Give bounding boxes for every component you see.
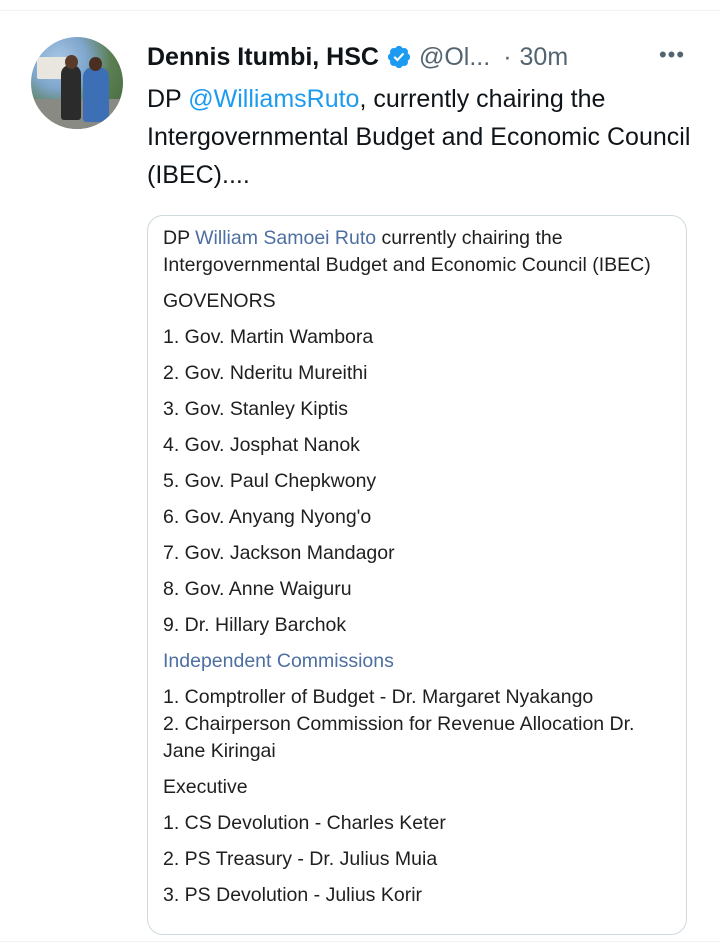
tweet-timestamp[interactable]: 30m	[520, 43, 569, 72]
list-item: 3. PS Devolution - Julius Korir	[163, 884, 423, 906]
top-divider	[0, 10, 720, 11]
author-avatar[interactable]	[31, 37, 123, 129]
list-item: 5. Gov. Paul Chepkwony	[163, 470, 377, 492]
executive-heading: Executive	[163, 776, 248, 798]
mention-link[interactable]: @WilliamsRuto	[188, 85, 359, 113]
card-intro-link: William Samoei Ruto	[195, 227, 377, 249]
bottom-divider	[0, 941, 720, 942]
card-intro: DP William Samoei Ruto currently chairin…	[163, 225, 672, 279]
attached-note-card[interactable]: DP William Samoei Ruto currently chairin…	[147, 215, 687, 935]
separator-dot: ·	[503, 42, 512, 71]
author-name[interactable]: Dennis Itumbi, HSC	[147, 43, 379, 72]
commissions-heading: Independent Commissions	[163, 650, 394, 672]
tweet-text-prefix: DP	[147, 85, 189, 113]
avatar-person-right-head	[89, 57, 102, 71]
list-item: 6. Gov. Anyang Nyong'o	[163, 506, 372, 528]
list-item: 7. Gov. Jackson Mandagor	[163, 542, 395, 564]
list-item: 2. PS Treasury - Dr. Julius Muia	[163, 848, 438, 870]
list-item: 4. Gov. Josphat Nanok	[163, 434, 360, 456]
governors-heading: GOVENORS	[163, 290, 276, 312]
list-item: 9. Dr. Hillary Barchok	[163, 614, 347, 636]
verified-badge-icon	[386, 44, 412, 70]
list-item: 1. Gov. Martin Wambora	[163, 326, 374, 348]
more-options-icon[interactable]: •••	[652, 38, 692, 72]
list-item: 1. Comptroller of Budget - Dr. Margaret …	[163, 686, 594, 708]
tweet-header: Dennis Itumbi, HSC @Ol... · 30m	[147, 40, 568, 74]
tweet-text: DP @WilliamsRuto, currently chairing the…	[147, 80, 692, 194]
card-intro-prefix: DP	[163, 227, 196, 249]
list-item: 2. Gov. Nderitu Mureithi	[163, 362, 368, 384]
list-item: 8. Gov. Anne Waiguru	[163, 578, 352, 600]
avatar-person-left-head	[65, 55, 78, 69]
list-item: 2. Chairperson Commission for Revenue Al…	[163, 713, 635, 762]
avatar-person-left	[61, 65, 81, 120]
list-item: 3. Gov. Stanley Kiptis	[163, 398, 348, 420]
author-handle[interactable]: @Ol...	[419, 43, 490, 72]
list-item: 1. CS Devolution - Charles Keter	[163, 812, 446, 834]
avatar-person-right	[83, 67, 109, 122]
